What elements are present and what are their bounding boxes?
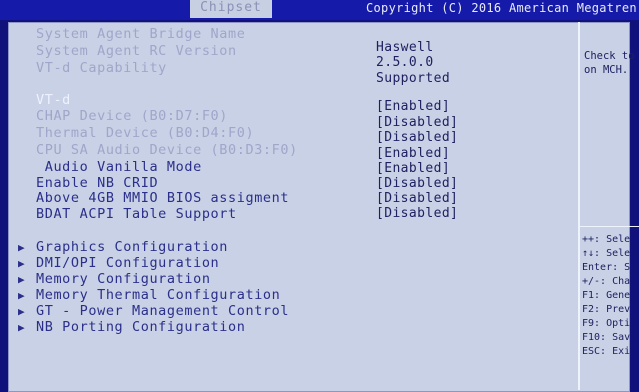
submenu-memory-thermal[interactable]: ▶ Memory Thermal Configuration	[18, 287, 280, 303]
setting-label-chap-device: CHAP Device (B0:D7:F0)	[36, 108, 229, 124]
setting-value-vtd[interactable]: [Enabled]	[376, 99, 450, 114]
copyright-text: Copyright (C) 2016 American Megatren	[366, 1, 637, 15]
panel-divider	[578, 22, 580, 390]
setting-value-chap-device: [Disabled]	[376, 115, 459, 130]
submenu-nb-porting[interactable]: ▶ NB Porting Configuration	[18, 319, 245, 335]
setting-value-nb-crid[interactable]: [Disabled]	[376, 176, 458, 191]
setting-label-above-4gb[interactable]: Above 4GB MMIO BIOS assigment	[36, 190, 289, 206]
setting-value-bdat-acpi[interactable]: [Disabled]	[376, 206, 458, 221]
key-hint-change: +/-: Cha	[582, 276, 631, 287]
setting-value-thermal-device: [Disabled]	[376, 130, 459, 145]
submenu-arrow-icon: ▶	[18, 289, 26, 302]
setting-label-vtd[interactable]: VT-d	[36, 92, 71, 108]
help-text-line1: Check to	[584, 50, 635, 62]
key-hint-esc: ESC: Exi	[582, 346, 631, 357]
submenu-label: NB Porting Configuration	[36, 319, 246, 335]
submenu-graphics[interactable]: ▶ Graphics Configuration	[18, 239, 228, 255]
key-hint-f9: F9: Opti	[582, 318, 631, 329]
key-hint-select-item: ↑↓: Sele	[582, 248, 631, 259]
key-hint-f2: F2: Prev	[582, 304, 631, 315]
submenu-label: Memory Configuration	[36, 271, 211, 287]
submenu-gt-power[interactable]: ▶ GT - Power Management Control	[18, 303, 289, 319]
setting-value-above-4gb[interactable]: [Disabled]	[376, 191, 458, 206]
submenu-arrow-icon: ▶	[18, 305, 26, 318]
setting-label-thermal-device: Thermal Device (B0:D4:F0)	[36, 125, 255, 141]
info-label-rc-version: System Agent RC Version	[36, 43, 237, 59]
help-text-line2: on MCH.	[584, 64, 629, 76]
info-value-rc-version: 2.5.0.0	[376, 55, 434, 70]
submenu-memory[interactable]: ▶ Memory Configuration	[18, 271, 211, 287]
info-label-bridge-name: System Agent Bridge Name	[36, 26, 246, 42]
submenu-arrow-icon: ▶	[18, 241, 26, 254]
setting-label-audio-vanilla[interactable]: Audio Vanilla Mode	[36, 159, 202, 175]
submenu-label: Graphics Configuration	[36, 239, 229, 255]
submenu-dmi-opi[interactable]: ▶ DMI/OPI Configuration	[18, 255, 219, 271]
setting-label-bdat-acpi[interactable]: BDAT ACPI Table Support	[36, 206, 237, 222]
key-hint-f10: F10: Sav	[582, 332, 631, 343]
setting-label-cpu-sa-audio: CPU SA Audio Device (B0:D3:F0)	[36, 142, 298, 158]
setting-value-cpu-sa-audio: [Enabled]	[376, 146, 451, 161]
info-label-vtd-capability: VT-d Capability	[36, 60, 167, 76]
key-hint-select-screen: ++: Sele	[582, 234, 631, 245]
info-value-bridge-name: Haswell	[376, 40, 434, 55]
key-hint-f1: F1: Gene	[582, 290, 631, 301]
help-separator	[580, 226, 639, 227]
tab-chipset[interactable]: Chipset	[190, 0, 272, 18]
submenu-label: GT - Power Management Control	[36, 303, 290, 319]
submenu-arrow-icon: ▶	[18, 321, 26, 334]
key-hint-enter: Enter: S	[582, 262, 631, 273]
info-value-vtd-capability: Supported	[376, 71, 451, 86]
submenu-arrow-icon: ▶	[18, 257, 26, 270]
submenu-arrow-icon: ▶	[18, 273, 26, 286]
setting-label-nb-crid[interactable]: Enable NB CRID	[36, 175, 158, 191]
submenu-label: DMI/OPI Configuration	[36, 255, 220, 271]
submenu-label: Memory Thermal Configuration	[36, 287, 281, 303]
setting-value-audio-vanilla[interactable]: [Enabled]	[376, 161, 450, 176]
